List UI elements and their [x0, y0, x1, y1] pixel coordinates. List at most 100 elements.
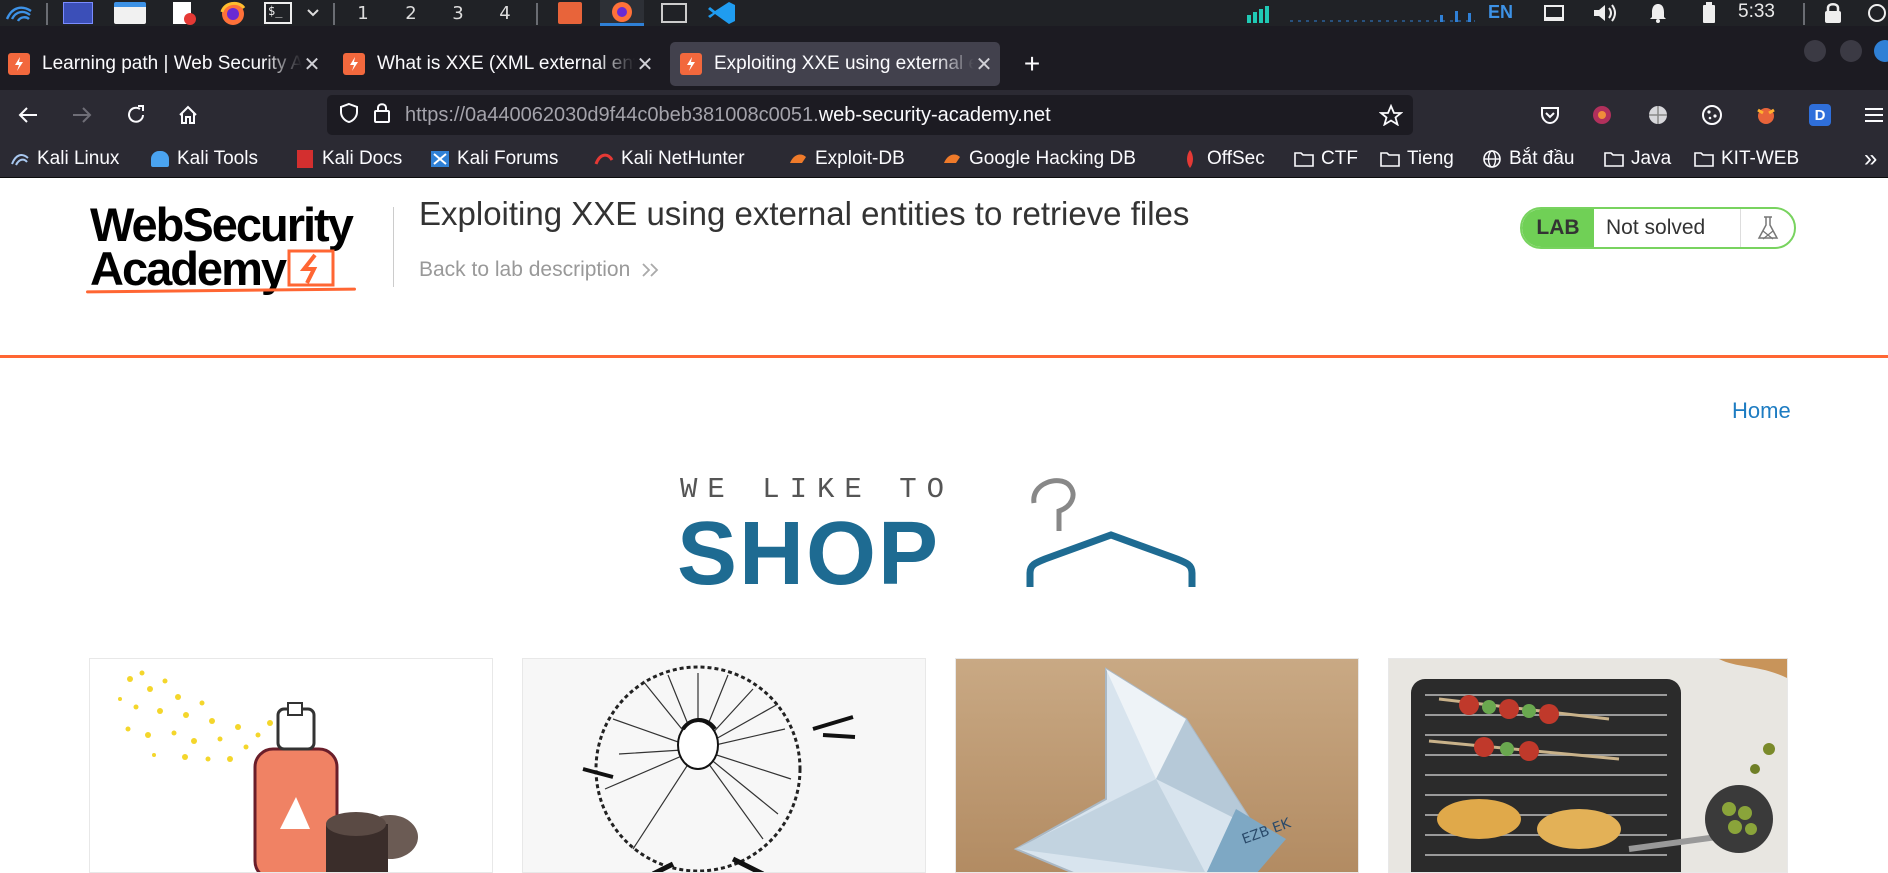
web-security-academy-logo[interactable]: WebSecurity Academy: [85, 198, 357, 294]
product-card-bbq-grill[interactable]: [1388, 658, 1788, 873]
pocket-icon[interactable]: [1534, 99, 1566, 131]
burp-window-icon[interactable]: [552, 0, 588, 26]
lightning-bolt-icon: [287, 249, 335, 287]
forward-icon[interactable]: [66, 99, 98, 131]
kali-docs-icon: [295, 149, 315, 169]
network-graph-icon: [1290, 0, 1475, 26]
lab-status-widget: LAB Not solved: [1520, 207, 1796, 249]
back-to-lab-description-link[interactable]: Back to lab description: [419, 258, 662, 282]
show-desktop-icon[interactable]: [60, 0, 96, 26]
bookmark-folder-java[interactable]: Java: [1604, 140, 1671, 178]
tab-xxe-lab[interactable]: Exploiting XXE using external entities t…: [670, 42, 1000, 86]
workspace-3[interactable]: 3: [435, 0, 481, 26]
product-card-paper-bird[interactable]: EZB EK: [955, 658, 1359, 873]
notification-bell-icon[interactable]: [1645, 0, 1671, 26]
firefox-window-icon[interactable]: [600, 0, 644, 26]
banner-title: SHOP: [677, 504, 941, 604]
terminal-window-icon[interactable]: [656, 0, 692, 26]
burp-favicon-icon: [8, 53, 30, 75]
url-prefix: https://0a440062030d9f44c0beb381008c0051…: [405, 103, 819, 126]
bookmarks-overflow-chevron-icon[interactable]: »: [1864, 140, 1877, 178]
paper-bird-image: EZB EK: [956, 659, 1358, 872]
bookmark-label: Kali Docs: [322, 148, 403, 169]
hamburger-menu-icon[interactable]: [1858, 99, 1888, 131]
bookmark-kali-forums[interactable]: Kali Forums: [430, 140, 558, 178]
launcher-chevron-icon[interactable]: [302, 0, 324, 26]
power-icon[interactable]: [1697, 0, 1721, 26]
bookmark-google-hacking-db[interactable]: Google Hacking DB: [942, 140, 1136, 178]
back-icon[interactable]: [12, 99, 44, 131]
browser-tab-strip: Learning path | Web Security Academy ✕ W…: [0, 26, 1888, 90]
tab-learning-path[interactable]: Learning path | Web Security Academy ✕: [0, 42, 322, 86]
display-icon[interactable]: [1540, 0, 1568, 26]
url-domain: web-security-academy.net: [818, 103, 1051, 126]
extension-d-icon[interactable]: D: [1804, 99, 1836, 131]
keyboard-language[interactable]: EN: [1488, 0, 1513, 26]
url-bar[interactable]: https://0a440062030d9f44c0beb381008c0051…: [327, 95, 1413, 135]
bookmark-folder-tieng[interactable]: Tieng: [1380, 140, 1454, 178]
kali-menu-icon[interactable]: [0, 0, 38, 26]
window-maximize-button[interactable]: [1840, 40, 1862, 62]
workspace-4[interactable]: 4: [482, 0, 528, 26]
padlock-icon[interactable]: [373, 102, 391, 129]
workspace-1[interactable]: 1: [340, 0, 386, 26]
home-link[interactable]: Home: [1732, 398, 1791, 424]
bookmark-kali-linux[interactable]: Kali Linux: [10, 140, 119, 178]
tab-title: What is XXE (XML external entity) inject…: [377, 53, 635, 74]
user-menu-icon[interactable]: [1866, 0, 1888, 26]
bookmark-label: CTF: [1321, 148, 1358, 169]
we-like-to-shop-banner: WE LIKE TO SHOP: [677, 473, 1210, 604]
bookmark-label: Exploit-DB: [815, 148, 905, 169]
bookmark-bat-dau[interactable]: Bắt đầu: [1482, 140, 1575, 178]
volume-icon[interactable]: [1590, 0, 1620, 26]
kali-tools-icon: [150, 149, 170, 169]
extension-hackbar-icon[interactable]: [1750, 99, 1782, 131]
text-editor-icon[interactable]: [168, 0, 200, 26]
bookmark-kali-docs[interactable]: Kali Docs: [295, 140, 402, 178]
offsec-icon: [1180, 149, 1200, 169]
spray-can-image: [118, 670, 418, 872]
bookmark-label: Tieng: [1407, 148, 1454, 169]
tab-title: Exploiting XXE using external entities t…: [714, 53, 974, 74]
workspace-2[interactable]: 2: [388, 0, 434, 26]
bookmark-kali-nethunter[interactable]: Kali NetHunter: [594, 140, 745, 178]
tab-xxe-info[interactable]: What is XXE (XML external entity) inject…: [333, 42, 655, 86]
lock-icon[interactable]: [1818, 0, 1848, 26]
home-icon[interactable]: [172, 99, 204, 131]
product-card-sun-man[interactable]: [522, 658, 926, 873]
close-icon[interactable]: ✕: [635, 52, 655, 77]
bookmark-star-icon[interactable]: [1378, 103, 1404, 131]
bookmark-offsec[interactable]: OffSec: [1180, 140, 1265, 178]
lab-status-text: Not solved: [1606, 216, 1706, 239]
file-manager-icon[interactable]: [112, 0, 148, 26]
clock[interactable]: 5:33: [1738, 0, 1775, 26]
bookmark-folder-ctf[interactable]: CTF: [1294, 140, 1358, 178]
vscode-window-icon[interactable]: [702, 0, 742, 26]
terminal-icon[interactable]: $_: [262, 0, 294, 26]
product-card-spray-can[interactable]: [89, 658, 493, 873]
bookmark-exploit-db[interactable]: Exploit-DB: [788, 140, 905, 178]
extension-globe-icon[interactable]: [1642, 99, 1674, 131]
close-icon[interactable]: ✕: [974, 52, 994, 77]
logo-line-1: WebSecurity: [90, 198, 354, 251]
bookmarks-toolbar: Kali Linux Kali Tools Kali Docs Kali For…: [0, 140, 1888, 178]
firefox-icon[interactable]: [215, 0, 251, 26]
bookmark-label: Bắt đầu: [1509, 148, 1575, 169]
bookmark-label: Kali NetHunter: [621, 148, 745, 169]
globe-icon: [1482, 149, 1502, 169]
banner-tagline: WE LIKE TO: [680, 473, 955, 506]
window-close-button[interactable]: [1874, 40, 1888, 62]
cookie-icon[interactable]: [1696, 99, 1728, 131]
bookmark-label: Google Hacking DB: [969, 148, 1136, 169]
window-minimize-button[interactable]: [1804, 40, 1826, 62]
reload-icon[interactable]: [120, 99, 152, 131]
folder-icon: [1294, 149, 1314, 169]
bookmark-kali-tools[interactable]: Kali Tools: [150, 140, 258, 178]
tracking-shield-icon[interactable]: [339, 102, 359, 129]
new-tab-button[interactable]: +: [1018, 42, 1046, 86]
extension-foxyproxy-icon[interactable]: [1586, 99, 1618, 131]
nethunter-icon: [594, 149, 614, 169]
close-icon[interactable]: ✕: [302, 52, 322, 77]
bookmark-folder-kit-web[interactable]: KIT-WEB: [1694, 140, 1799, 178]
academy-lab-header: WebSecurity Academy Exploiting XXE using…: [0, 179, 1888, 358]
